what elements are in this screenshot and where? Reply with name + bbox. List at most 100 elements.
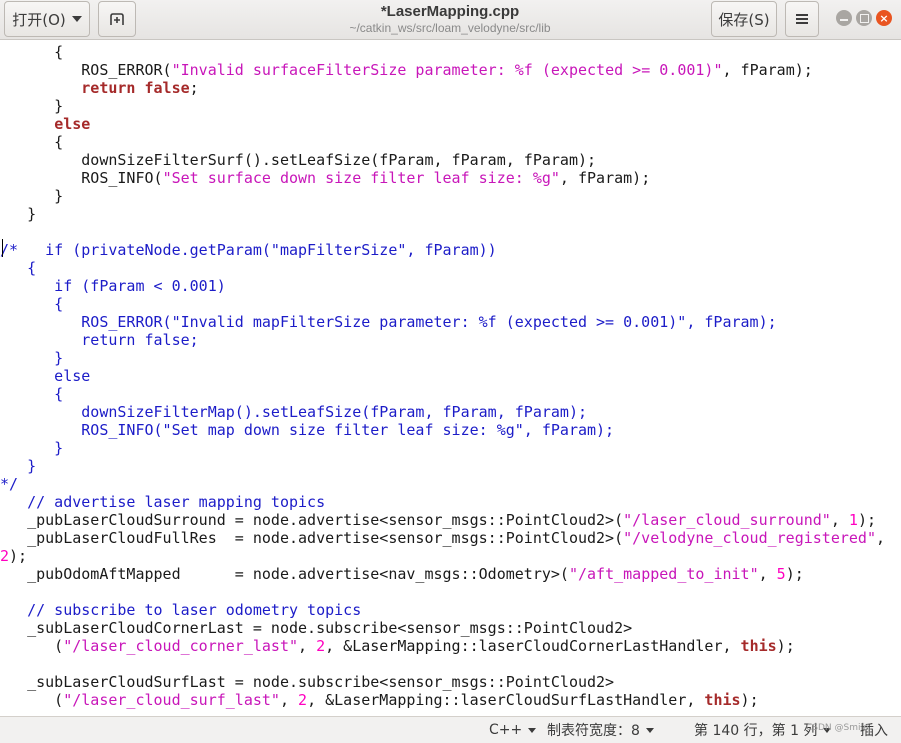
chevron-down-icon [645, 727, 654, 733]
code-token: ); [740, 691, 759, 709]
code-line[interactable]: /* if (privateNode.getParam("mapFilterSi… [0, 241, 885, 259]
minimize-icon [840, 18, 848, 21]
code-line[interactable]: } [0, 349, 885, 367]
code-line[interactable]: { [0, 385, 885, 403]
code-token: { [0, 259, 37, 277]
code-token: { [0, 295, 64, 313]
open-button[interactable]: 打开(O) [4, 1, 90, 37]
code-line[interactable]: if (fParam < 0.001) [0, 277, 885, 295]
code-line[interactable]: ROS_ERROR("Invalid surfaceFilterSize par… [0, 61, 885, 79]
code-token: ); [857, 511, 876, 529]
code-line[interactable]: { [0, 133, 885, 151]
language-selector[interactable]: C++ [489, 717, 537, 743]
code-line[interactable]: } [0, 205, 885, 223]
code-token: 1 [848, 511, 858, 529]
code-token: } [0, 187, 64, 205]
window-title: *LaserMapping.cpp [380, 3, 520, 20]
code-line[interactable]: _pubLaserCloudFullRes = node.advertise<s… [0, 529, 885, 547]
code-line[interactable]: _pubLaserCloudSurround = node.advertise<… [0, 511, 885, 529]
code-token: 2 [298, 691, 308, 709]
code-line[interactable]: { [0, 295, 885, 313]
code-line[interactable]: downSizeFilterMap().setLeafSize(fParam, … [0, 403, 885, 421]
code-token: { [0, 385, 64, 403]
code-token: ( [0, 637, 64, 655]
code-token: _pubLaserCloudSurround = node.advertise<… [0, 511, 624, 529]
code-line[interactable]: // subscribe to laser odometry topics [0, 601, 885, 619]
code-line[interactable]: { [0, 259, 885, 277]
code-token: this [704, 691, 741, 709]
tab-width-label: 制表符宽度：8 [547, 723, 640, 739]
code-token: ); [785, 565, 804, 583]
cursor-position-label: 第 140 行，第 1 列 [694, 723, 818, 739]
tab-width-selector[interactable]: 制表符宽度：8 [547, 717, 654, 743]
code-line[interactable]: return false; [0, 331, 885, 349]
new-tab-icon [110, 13, 124, 25]
code-line[interactable]: _subLaserCloudSurfLast = node.subscribe<… [0, 673, 885, 691]
code-token: */ [0, 475, 19, 493]
code-token: /* if (privateNode.getParam("mapFilterSi… [0, 241, 497, 259]
new-tab-button[interactable] [98, 1, 136, 37]
code-line[interactable]: } [0, 97, 885, 115]
code-token: // advertise laser mapping topics [0, 493, 326, 511]
code-token: _pubLaserCloudFullRes = node.advertise<s… [0, 529, 624, 547]
code-line[interactable]: */ [0, 475, 885, 493]
code-line[interactable]: } [0, 439, 885, 457]
code-token: ); [776, 637, 795, 655]
code-token: , &LaserMapping::laserCloudSurfLastHandl… [307, 691, 705, 709]
code-line[interactable]: ROS_INFO("Set surface down size filter l… [0, 169, 885, 187]
code-token: , [758, 565, 777, 583]
code-line[interactable]: else [0, 367, 885, 385]
chevron-down-icon [528, 727, 537, 733]
code-line[interactable]: ROS_INFO("Set map down size filter leaf … [0, 421, 885, 439]
maximize-button[interactable] [856, 10, 872, 26]
code-line[interactable]: _subLaserCloudCornerLast = node.subscrib… [0, 619, 885, 637]
code-line[interactable]: ("/laser_cloud_surf_last", 2, &LaserMapp… [0, 691, 885, 709]
code-token: , &LaserMapping::laserCloudCornerLastHan… [325, 637, 741, 655]
code-line[interactable] [0, 655, 885, 673]
code-token: ); [9, 547, 28, 565]
code-line[interactable]: else [0, 115, 885, 133]
code-token: _subLaserCloudCornerLast = node.subscrib… [0, 619, 633, 637]
code-token: ROS_ERROR( [0, 61, 172, 79]
code-line[interactable]: _pubOdomAftMapped = node.advertise<nav_m… [0, 565, 885, 583]
code-token: , [830, 511, 849, 529]
code-token: false [144, 79, 190, 97]
code-line[interactable]: ROS_ERROR("Invalid mapFilterSize paramet… [0, 313, 885, 331]
close-icon: × [879, 11, 889, 25]
code-editor[interactable]: { ROS_ERROR("Invalid surfaceFilterSize p… [0, 41, 901, 716]
code-token: , [876, 529, 886, 547]
code-token: else [54, 115, 91, 133]
close-button[interactable]: × [876, 10, 892, 26]
code-line[interactable]: { [0, 43, 885, 61]
text-cursor [2, 239, 3, 257]
code-token: } [0, 205, 37, 223]
code-line[interactable]: ("/laser_cloud_corner_last", 2, &LaserMa… [0, 637, 885, 655]
code-line[interactable]: return false; [0, 79, 885, 97]
chevron-down-icon [71, 16, 82, 22]
code-line[interactable]: 2); [0, 547, 885, 565]
code-view[interactable]: { ROS_ERROR("Invalid surfaceFilterSize p… [0, 43, 885, 709]
menu-button[interactable] [785, 1, 819, 37]
code-line[interactable] [0, 223, 885, 241]
code-token: } [0, 457, 37, 475]
code-token: else [0, 367, 91, 385]
minimize-button[interactable] [836, 10, 852, 26]
code-line[interactable]: } [0, 457, 885, 475]
code-token: ROS_INFO( [0, 169, 163, 187]
code-token: downSizeFilterSurf().setLeafSize(fParam,… [0, 151, 597, 169]
code-line[interactable]: // advertise laser mapping topics [0, 493, 885, 511]
code-token: 5 [776, 565, 786, 583]
code-line[interactable] [0, 583, 885, 601]
header-bar: 打开(O) *LaserMapping.cpp ~/catkin_ws/src/… [0, 0, 901, 40]
save-button[interactable]: 保存(S) [711, 1, 777, 37]
code-token: "Invalid surfaceFilterSize parameter: %f… [171, 61, 723, 79]
code-token: } [0, 97, 64, 115]
code-line[interactable]: downSizeFilterSurf().setLeafSize(fParam,… [0, 151, 885, 169]
maximize-icon [859, 13, 869, 23]
code-token: { [0, 43, 64, 61]
code-token: 2 [316, 637, 326, 655]
code-token: this [740, 637, 777, 655]
code-line[interactable]: } [0, 187, 885, 205]
